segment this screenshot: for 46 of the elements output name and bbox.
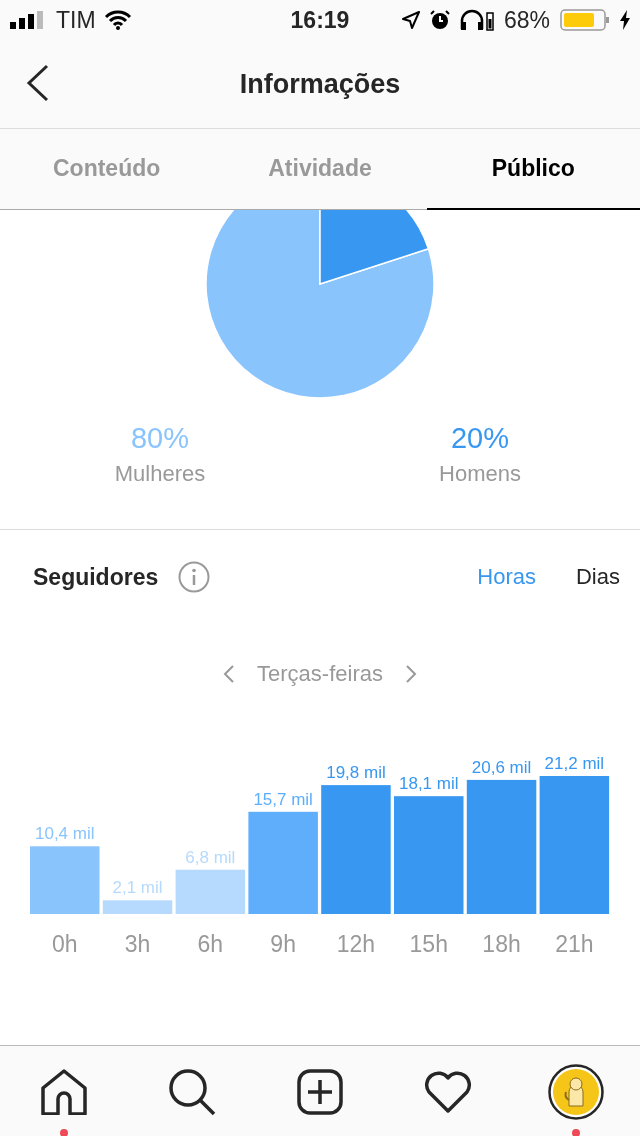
day-label: Terças-feiras: [257, 661, 383, 687]
battery-icon: [560, 9, 610, 31]
info-icon[interactable]: [178, 561, 211, 593]
axis-label: 6h: [197, 931, 224, 957]
back-icon[interactable]: [26, 64, 50, 102]
axis-label: 3h: [124, 931, 151, 957]
page-title: Informações: [239, 68, 401, 100]
bar-value-label: 20,6 mil: [471, 757, 532, 777]
clock-time: 16:19: [290, 6, 350, 34]
chevron-right-icon[interactable]: [404, 664, 417, 684]
tab[interactable]: Conteúdo: [0, 129, 214, 210]
view-toggle[interactable]: Horas: [467, 564, 546, 590]
gender-label: Homens: [439, 461, 521, 487]
headphones-icon: [459, 9, 494, 31]
add-icon: [297, 1068, 343, 1115]
tab[interactable]: Atividade: [213, 129, 427, 210]
axis-label: 15h: [409, 931, 448, 957]
alarm-clock-icon: [429, 10, 450, 30]
percent-value: 20%: [450, 422, 509, 455]
view-toggle[interactable]: Dias: [566, 564, 630, 590]
axis-label: 12h: [336, 931, 376, 957]
percent-value: 80%: [130, 422, 189, 455]
bar-value-label: 21,2 mil: [544, 754, 605, 773]
carrier-name: TIM: [56, 6, 96, 34]
chevron-left-icon[interactable]: [223, 664, 236, 684]
avatar-icon: [548, 1063, 604, 1120]
gender-label: Mulheres: [114, 461, 206, 487]
section-title: Seguidores: [33, 563, 159, 591]
bar-value-label: 10,4 mil: [35, 824, 95, 844]
bar-value-label: 18,1 mil: [399, 774, 459, 794]
bar-value-label: 6,8 mil: [185, 847, 236, 867]
home-icon: [41, 1068, 87, 1115]
axis-label: 9h: [270, 931, 296, 957]
bar-value-label: 2,1 mil: [112, 878, 163, 898]
charging-bolt-icon: [620, 10, 630, 30]
battery-percent: 68%: [503, 6, 550, 34]
location-arrow-icon: [401, 11, 420, 29]
axis-label: 21h: [555, 931, 594, 957]
search-icon: [168, 1067, 216, 1116]
axis-label: 0h: [51, 931, 78, 957]
wifi-icon: [103, 10, 132, 30]
tab[interactable]: Público: [426, 129, 640, 210]
heart-icon: [424, 1070, 472, 1113]
bar-value-label: 15,7 mil: [253, 789, 313, 809]
axis-label: 18h: [482, 931, 521, 957]
bar-value-label: 19,8 mil: [326, 763, 386, 783]
